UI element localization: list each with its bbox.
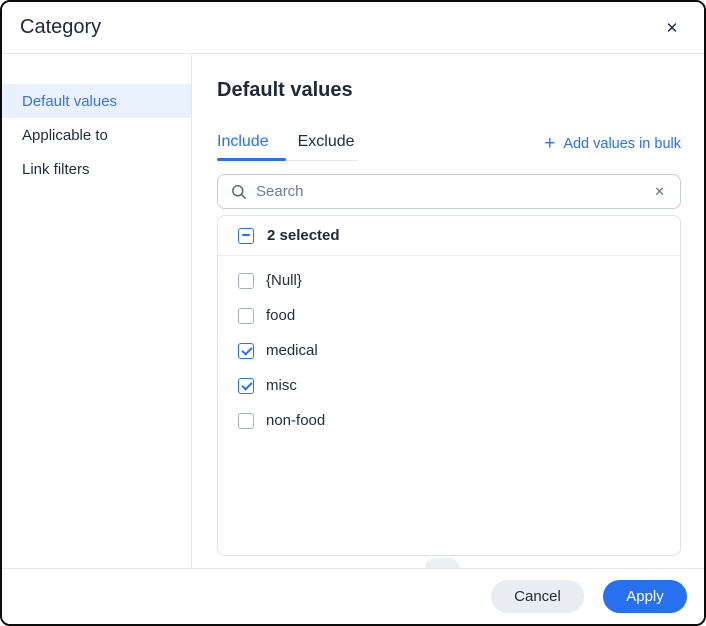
list-item-medical[interactable]: medical bbox=[218, 333, 680, 368]
close-button[interactable]: ✕ bbox=[660, 16, 684, 40]
list-item-misc[interactable]: misc bbox=[218, 368, 680, 403]
plus-icon: + bbox=[544, 137, 555, 151]
item-label: misc bbox=[266, 377, 297, 394]
list-item-non-food[interactable]: non-food bbox=[218, 403, 680, 438]
tab-bar: Include Exclude bbox=[217, 133, 358, 161]
scroll-down-button[interactable] bbox=[425, 558, 459, 568]
checkbox[interactable] bbox=[238, 273, 254, 289]
main-panel: Default values Include Exclude + Add val… bbox=[192, 55, 704, 568]
list-body: {Null} food medical misc non-food bbox=[218, 256, 680, 438]
item-label: food bbox=[266, 307, 295, 324]
checkbox[interactable] bbox=[238, 343, 254, 359]
checkbox[interactable] bbox=[238, 378, 254, 394]
clear-icon: ✕ bbox=[654, 184, 665, 199]
dialog-header: Category ✕ bbox=[2, 2, 704, 54]
list-item-food[interactable]: food bbox=[218, 298, 680, 333]
sidebar-item-label: Link filters bbox=[22, 161, 90, 178]
checkbox[interactable] bbox=[238, 413, 254, 429]
item-label: non-food bbox=[266, 412, 325, 429]
tab-label: Include bbox=[217, 133, 269, 150]
select-all-checkbox[interactable] bbox=[238, 228, 254, 244]
cancel-button[interactable]: Cancel bbox=[491, 580, 584, 613]
sidebar-item-label: Applicable to bbox=[22, 127, 108, 144]
sidebar-item-label: Default values bbox=[22, 93, 117, 110]
apply-button[interactable]: Apply bbox=[603, 580, 687, 613]
search-icon bbox=[231, 184, 247, 200]
category-dialog: Category ✕ Default values Applicable to … bbox=[0, 0, 706, 626]
item-label: medical bbox=[266, 342, 318, 359]
sidebar: Default values Applicable to Link filter… bbox=[2, 55, 192, 568]
dialog-footer: Cancel Apply bbox=[2, 568, 704, 624]
close-icon: ✕ bbox=[666, 19, 679, 37]
bulk-link-label: Add values in bulk bbox=[563, 136, 681, 152]
section-heading: Default values bbox=[217, 79, 353, 102]
value-list: 2 selected {Null} food medical misc bbox=[217, 215, 681, 556]
tab-label: Exclude bbox=[298, 133, 355, 150]
tab-exclude[interactable]: Exclude bbox=[298, 133, 355, 160]
selected-count: 2 selected bbox=[267, 227, 340, 244]
search-box: ✕ bbox=[217, 174, 681, 209]
list-header: 2 selected bbox=[218, 216, 680, 256]
checkbox[interactable] bbox=[238, 308, 254, 324]
list-item-null[interactable]: {Null} bbox=[218, 263, 680, 298]
search-input[interactable] bbox=[256, 183, 652, 200]
sidebar-item-applicable-to[interactable]: Applicable to bbox=[2, 118, 191, 152]
add-values-in-bulk-link[interactable]: + Add values in bulk bbox=[544, 136, 681, 152]
sidebar-item-default-values[interactable]: Default values bbox=[2, 84, 191, 118]
item-label: {Null} bbox=[266, 272, 302, 289]
dialog-title: Category bbox=[20, 16, 101, 39]
clear-search-button[interactable]: ✕ bbox=[652, 182, 667, 202]
tab-include[interactable]: Include bbox=[217, 133, 269, 160]
sidebar-item-link-filters[interactable]: Link filters bbox=[2, 152, 191, 186]
